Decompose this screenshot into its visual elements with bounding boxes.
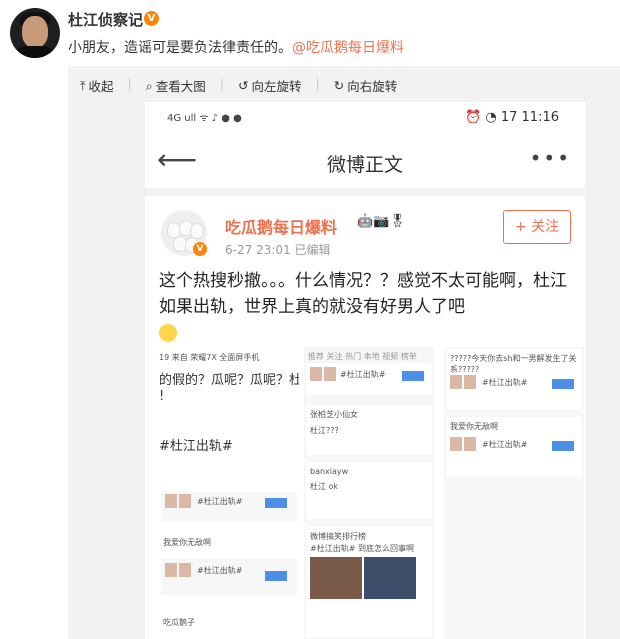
search-icon: ⌕ [145, 77, 153, 93]
collapse-button[interactable]: ⤒ 收起 [80, 76, 114, 95]
phone-nav-bar: ⟵ 微博正文 ••• [145, 136, 585, 189]
status-right: ⏰ ◔ 17 11:16 [465, 110, 559, 125]
rotate-right-button[interactable]: ↻ 向右旋转 [334, 76, 398, 95]
status-left: 4G ull ᯤ ♪ ● ● [167, 113, 242, 124]
repost-name: 吃瓜鹅每日爆料 [225, 218, 338, 237]
screenshot-collage: 19 来自 荣耀7X 全面屏手机 的假的？瓜呢？瓜呢？杜江和 ! #杜江出轨# … [159, 347, 585, 639]
rotate-left-button[interactable]: ↺ 向左旋转 [238, 76, 302, 95]
image-toolbar: ⤒ 收起 | ⌕ 查看大图 | ↺ 向左旋转 | ↻ 向右旋转 [80, 76, 398, 95]
collage-middle: 推荐 关注 热门 本地 视频 榜单 #杜江出轨# 张柏芝小仙女 杜江??? ba… [304, 347, 434, 639]
badge-icons: 🤖📷🎖 [357, 214, 406, 229]
verified-icon: V [144, 11, 159, 26]
follow-button: + 关注 [503, 210, 571, 244]
rotate-left-icon: ↺ [238, 78, 249, 93]
nav-title: 微博正文 [326, 154, 403, 176]
repost-meta: 6-27 23:01 已编辑 [225, 243, 331, 257]
repost-verified-icon: V [193, 242, 207, 256]
phone-status-bar: 4G ull ᯤ ♪ ● ● ⏰ ◔ 17 11:16 [145, 102, 585, 136]
mention-link[interactable]: @吃瓜鹅每日爆料 [292, 40, 404, 56]
author-avatar[interactable] [10, 8, 60, 58]
emoji-icon [159, 324, 177, 342]
embedded-screenshot[interactable]: 4G ull ᯤ ♪ ● ● ⏰ ◔ 17 11:16 ⟵ 微博正文 ••• V… [145, 102, 585, 639]
collage-left: 19 来自 荣耀7X 全面屏手机 的假的？瓜呢？瓜呢？杜江和 ! #杜江出轨# … [159, 347, 299, 639]
view-large-button[interactable]: ⌕ 查看大图 [146, 76, 206, 95]
divider [145, 188, 585, 196]
rotate-right-icon: ↻ [333, 78, 345, 93]
post-text: 小朋友，造谣可是要负法律责任的。@吃瓜鹅每日爆料 [68, 37, 404, 57]
collage-right: ?????今天你去sh和一男解发生了关系????? #杜江出轨# 我爱你无敌啊 … [444, 347, 584, 639]
post-body: 小朋友，造谣可是要负法律责任的。 [68, 40, 292, 56]
author-name[interactable]: 杜江侦察记 [68, 9, 143, 30]
repost-text: 这个热搜秒撤。。。什么情况？？感觉不太可能啊，杜江如果出轨，世界上真的就没有好男… [159, 271, 567, 317]
collapse-icon: ⤒ [80, 77, 86, 93]
more-icon: ••• [529, 146, 571, 170]
